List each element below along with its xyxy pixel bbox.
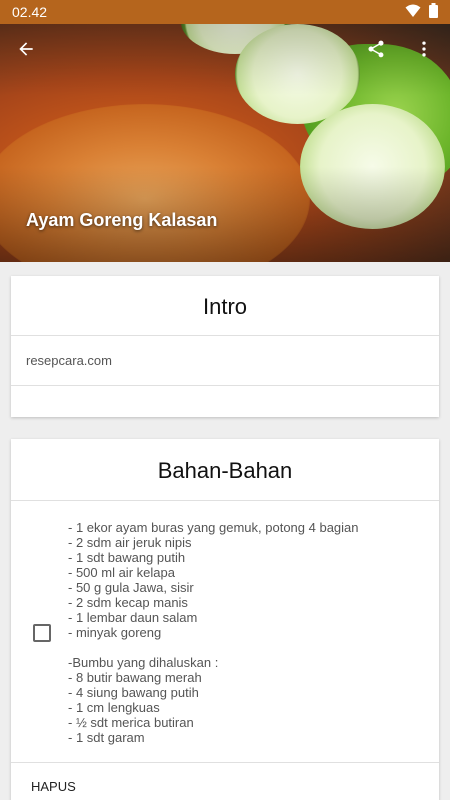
ingredients-checkbox[interactable] bbox=[33, 624, 51, 642]
arrow-back-icon bbox=[19, 42, 33, 56]
more-options-button[interactable] bbox=[406, 31, 442, 67]
more-vert-icon bbox=[422, 41, 426, 57]
delete-button[interactable]: HAPUS bbox=[31, 779, 76, 794]
ingredients-title: Bahan-Bahan bbox=[11, 439, 439, 501]
intro-card: Intro resepcara.com bbox=[11, 276, 439, 417]
ingredients-body: - 1 ekor ayam buras yang gemuk, potong 4… bbox=[11, 501, 439, 763]
intro-source-text: resepcara.com bbox=[11, 336, 439, 386]
recipe-title: Ayam Goreng Kalasan bbox=[26, 210, 218, 230]
intro-title: Intro bbox=[11, 276, 439, 336]
status-icons bbox=[405, 3, 438, 21]
share-icon bbox=[368, 40, 384, 58]
status-time: 02.42 bbox=[12, 4, 48, 20]
back-button[interactable] bbox=[8, 31, 44, 67]
share-button[interactable] bbox=[358, 31, 394, 67]
status-bar: 02.42 bbox=[0, 0, 450, 24]
ingredients-list: - 1 ekor ayam buras yang gemuk, potong 4… bbox=[68, 520, 359, 745]
battery-icon bbox=[429, 3, 438, 21]
recipe-hero-image: Ayam Goreng Kalasan bbox=[0, 24, 450, 262]
wifi-icon bbox=[405, 4, 421, 21]
ingredients-card: Bahan-Bahan - 1 ekor ayam buras yang gem… bbox=[11, 439, 439, 800]
app-toolbar bbox=[0, 24, 450, 74]
